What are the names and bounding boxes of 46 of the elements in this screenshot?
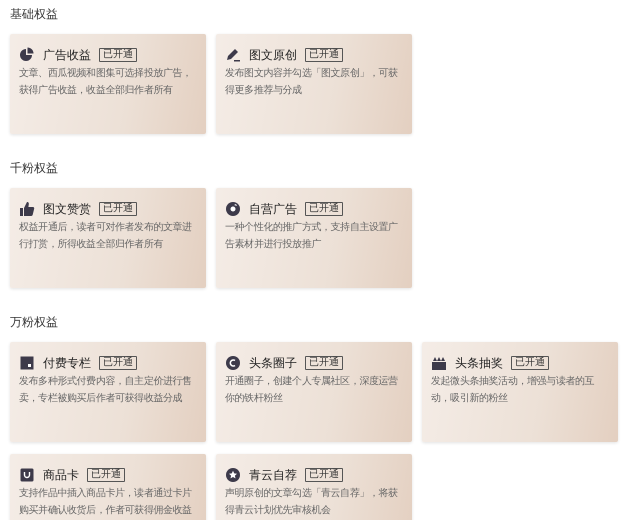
section-title: 千粉权益 (10, 160, 58, 176)
card-description: 发起微头条抽奖活动，增强与读者的互动，吸引新的粉丝 (431, 374, 596, 406)
benefit-card[interactable]: 商品卡 已开通 支持作品中插入商品卡片，读者通过卡片购买并确认收货后，作者可获得佣金收益 (10, 454, 206, 520)
card-title: 图文原创 (249, 47, 297, 64)
status-badge: 已开通 (305, 468, 343, 482)
card-description: 支持作品中插入商品卡片，读者通过卡片购买并确认收货后，作者可获得佣金收益 (19, 486, 193, 518)
status-badge: 已开通 (305, 48, 343, 62)
card-description: 一种个性化的推广方式，支持自主设置广告素材并进行投放推广 (225, 220, 399, 252)
card-description: 文章、西瓜视频和图集可选择投放广告，获得广告收益，收益全部归作者所有 (19, 66, 193, 98)
benefit-card[interactable]: 自营广告 已开通 一种个性化的推广方式，支持自主设置广告素材并进行投放推广 (216, 188, 412, 288)
status-badge: 已开通 (99, 356, 137, 370)
shopping-bag-icon (19, 467, 35, 483)
status-badge: 已开通 (305, 202, 343, 216)
card-description: 权益开通后，读者可对作者发布的文章进行打赏，所得收益全部归作者所有 (19, 220, 193, 252)
card-title: 商品卡 (43, 467, 79, 484)
circle-icon (225, 355, 241, 371)
card-description: 开通圈子，创建个人专属社区，深度运营你的铁杆粉丝 (225, 374, 399, 406)
benefit-card[interactable]: 头条抽奖 已开通 发起微头条抽奖活动，增强与读者的互动，吸引新的粉丝 (422, 342, 618, 442)
status-badge: 已开通 (305, 356, 343, 370)
card-title: 付费专栏 (43, 355, 91, 372)
card-description: 声明原创的文章勾选「青云自荐」，将获得青云计划优先审核机会 (225, 486, 399, 518)
card-title: 青云自荐 (249, 467, 297, 484)
card-title: 头条抽奖 (455, 355, 503, 372)
benefit-card[interactable]: 付费专栏 已开通 发布多种形式付费内容，自主定价进行售卖，专栏被购买后作者可获得收益分成 (10, 342, 206, 442)
column-icon (19, 355, 35, 371)
thumbs-up-icon (19, 201, 35, 217)
benefit-card[interactable]: 图文赞赏 已开通 权益开通后，读者可对作者发布的文章进行打赏，所得收益全部归作者所有 (10, 188, 206, 288)
card-description: 发布图文内容并勾选「图文原创」，可获得更多推荐与分成 (225, 66, 399, 98)
section-title: 基础权益 (10, 6, 58, 22)
benefit-card[interactable]: 头条圈子 已开通 开通圈子，创建个人专属社区，深度运营你的铁杆粉丝 (216, 342, 412, 442)
pie-chart-icon (19, 47, 35, 63)
benefit-card[interactable]: 广告收益 已开通 文章、西瓜视频和图集可选择投放广告，获得广告收益，收益全部归作者所有 (10, 34, 206, 134)
disc-icon (225, 201, 241, 217)
card-title: 广告收益 (43, 47, 91, 64)
status-badge: 已开通 (99, 202, 137, 216)
status-badge: 已开通 (99, 48, 137, 62)
status-badge: 已开通 (87, 468, 125, 482)
benefit-card[interactable]: 图文原创 已开通 发布图文内容并勾选「图文原创」，可获得更多推荐与分成 (216, 34, 412, 134)
card-title: 头条圈子 (249, 355, 297, 372)
card-title: 自营广告 (249, 201, 297, 218)
pen-icon (225, 47, 241, 63)
status-badge: 已开通 (511, 356, 549, 370)
section-title: 万粉权益 (10, 314, 58, 330)
benefit-card[interactable]: 青云自荐 已开通 声明原创的文章勾选「青云自荐」，将获得青云计划优先审核机会 (216, 454, 412, 520)
card-description: 发布多种形式付费内容，自主定价进行售卖，专栏被购买后作者可获得收益分成 (19, 374, 193, 406)
card-title: 图文赞赏 (43, 201, 91, 218)
